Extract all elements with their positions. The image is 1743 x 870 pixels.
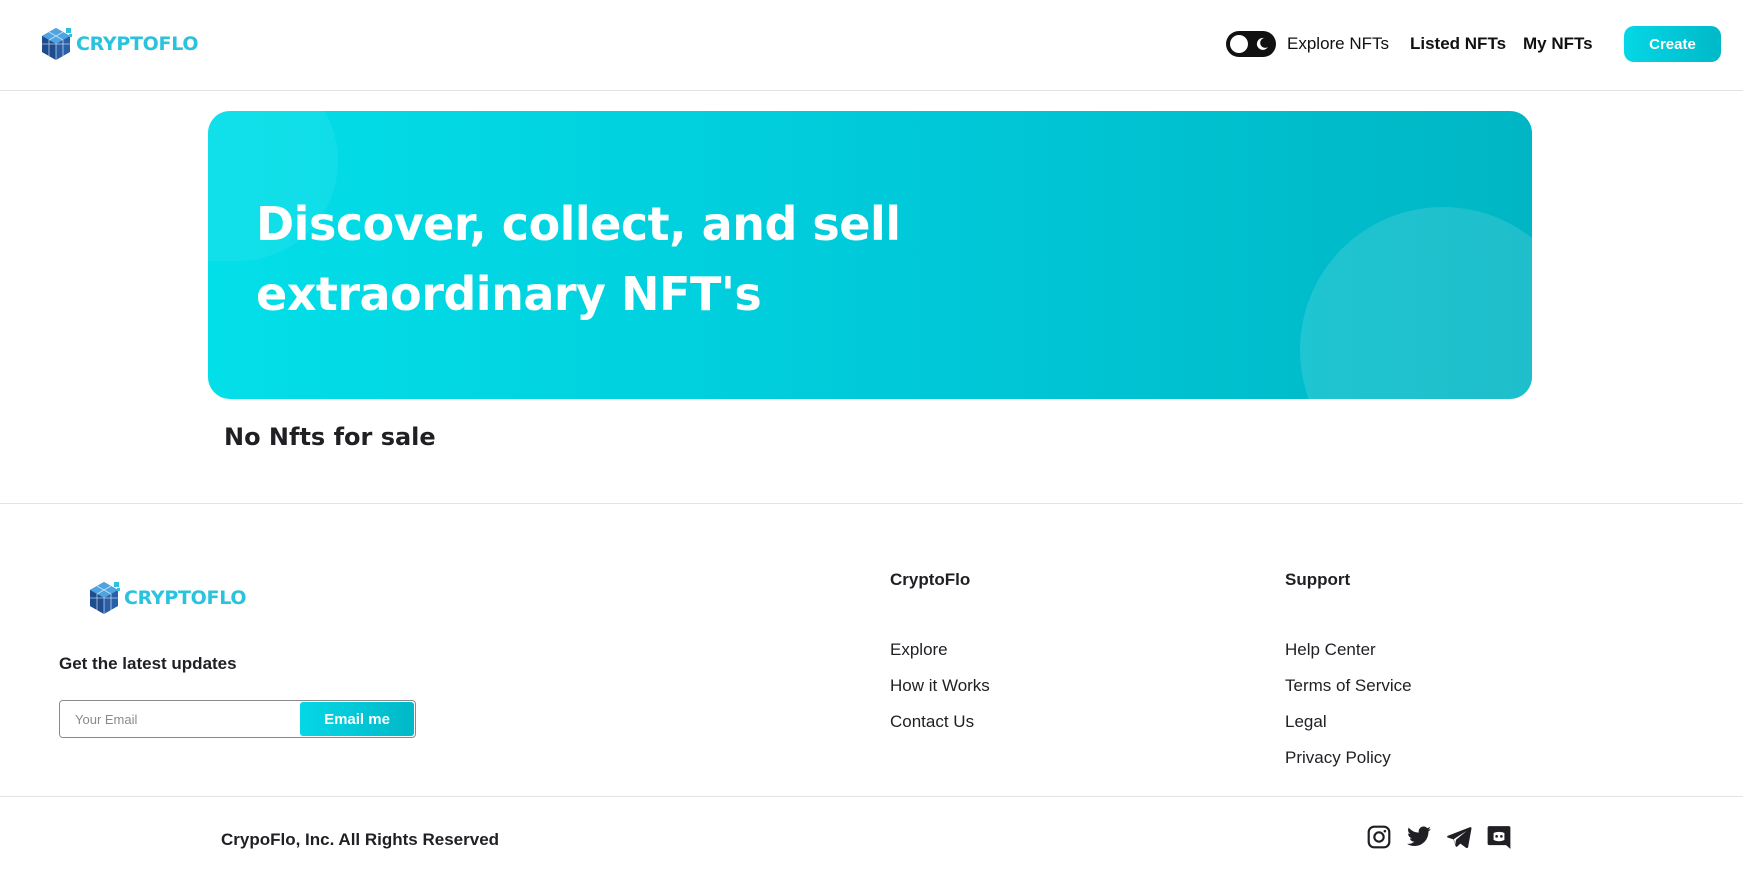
site-header: CRYPTOFLO Explore NFTs Listed NFTs My NF… (0, 0, 1743, 91)
copyright-text: CrypoFlo, Inc. All Rights Reserved (221, 830, 500, 849)
footer-logo[interactable]: CRYPTOFLO (86, 580, 247, 616)
divider (0, 503, 1743, 504)
telegram-icon[interactable] (1446, 824, 1472, 850)
logo-text: CRYPTOFLO (124, 587, 247, 609)
toggle-knob (1230, 35, 1248, 53)
social-links (1366, 824, 1512, 850)
footer-column-title-support: Support (1285, 570, 1351, 589)
hero-decoration-circle (1300, 207, 1532, 399)
footer-link-contact-us[interactable]: Contact Us (890, 704, 990, 740)
twitter-icon[interactable] (1406, 824, 1432, 850)
footer-column-title-cryptoflo: CryptoFlo (890, 570, 971, 589)
logo-cube-icon (90, 582, 120, 614)
newsletter-heading: Get the latest updates (59, 654, 237, 673)
moon-icon (1256, 37, 1268, 50)
footer-link-legal[interactable]: Legal (1285, 704, 1412, 740)
email-input[interactable] (60, 701, 299, 737)
logo-cube-icon (42, 28, 72, 60)
instagram-icon[interactable] (1366, 824, 1392, 850)
footer-link-explore[interactable]: Explore (890, 632, 990, 668)
site-logo[interactable]: CRYPTOFLO (38, 26, 199, 62)
empty-state-message: No Nfts for sale (224, 423, 436, 451)
newsletter-form: Email me (59, 700, 416, 738)
footer-link-terms[interactable]: Terms of Service (1285, 668, 1412, 704)
nav-listed-nfts[interactable]: Listed NFTs (1410, 34, 1506, 54)
logo-text: CRYPTOFLO (76, 33, 199, 55)
create-button[interactable]: Create (1624, 26, 1721, 62)
theme-toggle[interactable] (1226, 31, 1276, 57)
nav-explore-nfts[interactable]: Explore NFTs (1287, 34, 1389, 54)
hero-banner: Discover, collect, and sell extraordinar… (208, 111, 1532, 399)
footer-links-support: Help Center Terms of Service Legal Priva… (1285, 632, 1412, 776)
footer-link-how-it-works[interactable]: How it Works (890, 668, 990, 704)
email-me-button[interactable]: Email me (300, 702, 414, 736)
nav-my-nfts[interactable]: My NFTs (1523, 34, 1593, 54)
footer-links-cryptoflo: Explore How it Works Contact Us (890, 632, 990, 740)
divider (0, 796, 1743, 797)
footer-link-privacy[interactable]: Privacy Policy (1285, 740, 1412, 776)
footer-link-help-center[interactable]: Help Center (1285, 632, 1412, 668)
discord-icon[interactable] (1486, 824, 1512, 850)
hero-title: Discover, collect, and sell extraordinar… (256, 197, 901, 321)
